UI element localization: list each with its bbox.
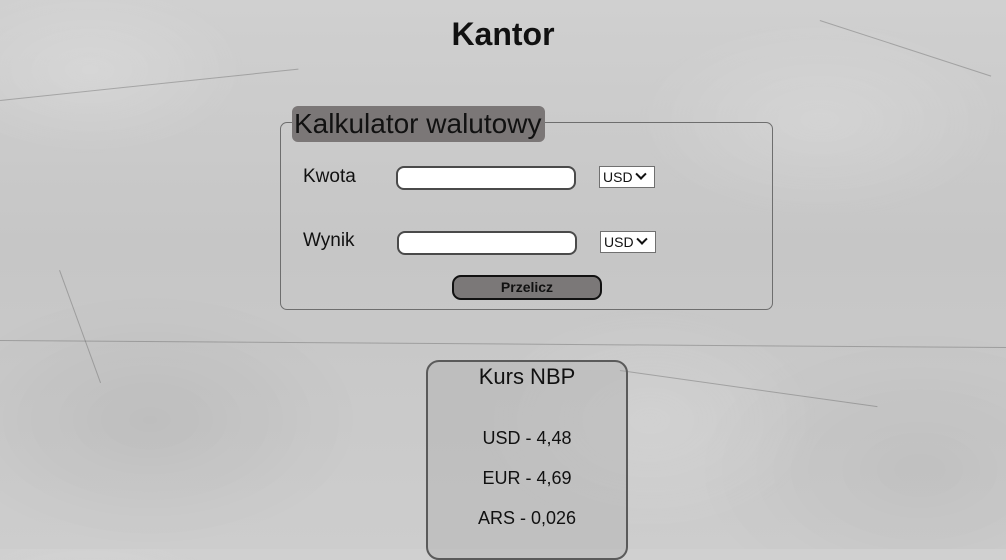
- calculator-legend: Kalkulator walutowy: [292, 106, 546, 142]
- rate-item-usd: USD - 4,48: [482, 428, 572, 448]
- result-currency-value: USD: [604, 234, 634, 250]
- amount-currency-value: USD: [603, 169, 633, 185]
- background-crack: [0, 68, 299, 101]
- background-crack: [619, 370, 878, 408]
- amount-label: Kwota: [303, 166, 356, 187]
- result-input[interactable]: [397, 231, 577, 255]
- rate-item-ars: ARS - 0,026: [477, 508, 577, 528]
- rates-card: [426, 360, 628, 560]
- background-crack: [0, 340, 1006, 349]
- rates-title: Kurs NBP: [478, 364, 576, 389]
- amount-currency-select[interactable]: USD: [599, 166, 655, 188]
- chevron-down-icon: [634, 168, 647, 180]
- chevron-down-icon: [635, 233, 648, 245]
- result-currency-select[interactable]: USD: [600, 231, 656, 253]
- rate-item-eur: EUR - 4,69: [482, 468, 572, 488]
- page-title: Kantor: [451, 16, 555, 52]
- convert-button[interactable]: Przelicz: [452, 275, 602, 300]
- background-crack: [59, 270, 102, 384]
- amount-input[interactable]: [396, 166, 576, 190]
- result-label: Wynik: [303, 230, 355, 251]
